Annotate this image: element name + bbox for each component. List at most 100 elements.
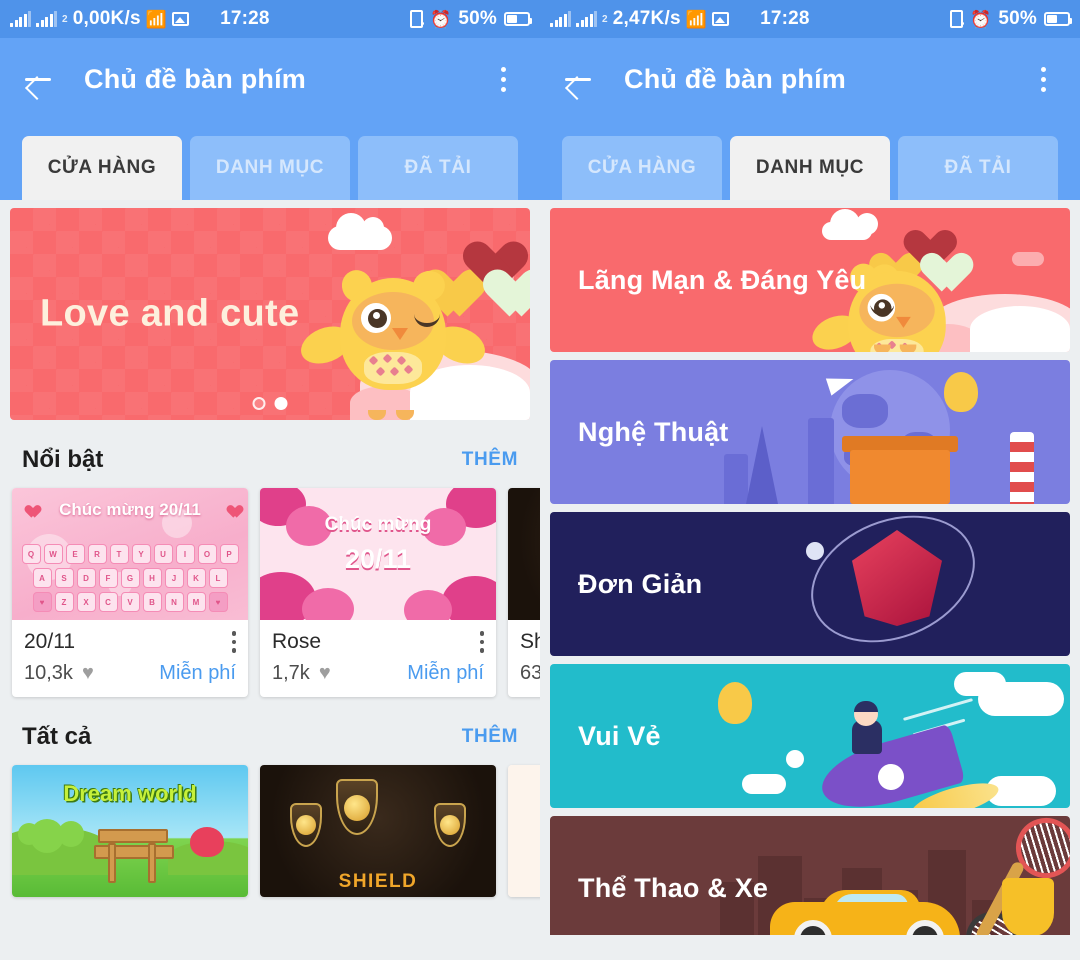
pager-dot-1[interactable]	[252, 397, 266, 410]
status-bar-right: 2 2,47K/s 📶 17:28 ⏰ 50%	[540, 0, 1080, 38]
section-more-link[interactable]: THÊM	[462, 726, 518, 748]
image-icon	[172, 12, 190, 26]
heart-icon[interactable]: ♥	[319, 662, 331, 685]
theme-name: 20/11	[24, 630, 75, 653]
tab-downloaded[interactable]: ĐÃ TẢI	[358, 136, 518, 200]
screen-store: 2 0,00K/s 📶 17:28 ⏰ 50% Chủ đề bàn phím …	[0, 0, 540, 960]
theme-meta: Sh 63	[508, 620, 540, 697]
section-header-featured: Nổi bật THÊM	[0, 420, 540, 488]
sim-slot-label: 2	[602, 13, 608, 25]
category-label: Thể Thao & Xe	[578, 872, 769, 903]
back-arrow-icon[interactable]	[562, 62, 596, 96]
status-left-group: 2 0,00K/s 📶 17:28	[10, 8, 270, 30]
status-bar-left: 2 0,00K/s 📶 17:28 ⏰ 50%	[0, 0, 540, 38]
tab-bar-right: CỬA HÀNG DANH MỤC ĐÃ TẢI	[540, 120, 1080, 200]
overflow-menu-icon[interactable]	[488, 62, 518, 96]
thumb-title: Chúc mừng 20/11	[59, 500, 201, 519]
theme-meta: Rose 1,7k ♥ Miễn phí	[260, 620, 496, 697]
battery-icon	[1044, 12, 1072, 26]
pager-dot-2[interactable]	[274, 397, 288, 410]
category-item-sports[interactable]: Thể Thao & Xe	[550, 816, 1070, 935]
section-more-link[interactable]: THÊM	[462, 449, 518, 471]
cloud-small-icon	[1012, 252, 1044, 266]
like-count: 1,7k	[272, 662, 310, 684]
price-label[interactable]: Miễn phí	[407, 662, 484, 685]
battery-percent-label: 50%	[998, 8, 1037, 29]
theme-card[interactable]: Dream world	[12, 765, 248, 897]
hot-air-balloon-icon	[718, 682, 752, 724]
theme-thumbnail: Dream world	[12, 765, 248, 897]
app-bar-left: Chủ đề bàn phím	[0, 38, 540, 120]
tab-downloaded[interactable]: ĐÃ TẢI	[898, 136, 1058, 200]
theme-card[interactable]: Chúc mừng 20/11 QWERTYUIOP ASDFGHJKL ♥ Z X…	[12, 488, 248, 697]
app-bar-right: Chủ đề bàn phím	[540, 38, 1080, 120]
thumb-title: Dream world	[63, 781, 197, 806]
screen-categories: 2 2,47K/s 📶 17:28 ⏰ 50% Chủ đề bàn phím …	[540, 0, 1080, 960]
signal-bars-2-icon	[576, 11, 597, 27]
heart-icon[interactable]: ♥	[82, 662, 94, 685]
network-speed-label: 0,00K/s	[72, 8, 141, 29]
signal-bars-2-icon	[36, 11, 57, 27]
card-overflow-icon[interactable]	[231, 631, 236, 653]
category-item-simple[interactable]: Đơn Giản	[550, 512, 1070, 656]
moon-icon	[806, 542, 824, 560]
tab-store[interactable]: CỬA HÀNG	[562, 136, 722, 200]
tab-bar-left: CỬA HÀNG DANH MỤC ĐÃ TẢI	[0, 120, 540, 200]
store-content: Love and cute Nổi bật THÊM Chúc mừng 20/…	[0, 200, 540, 935]
wifi-icon: 📶	[685, 9, 708, 29]
status-right-group: ⏰ 50%	[949, 8, 1072, 30]
thumb-title: Chúc mừng	[324, 514, 432, 535]
page-title: Chủ đề bàn phím	[84, 63, 306, 94]
vibrate-icon	[409, 10, 424, 28]
tab-store[interactable]: CỬA HÀNG	[22, 136, 182, 200]
clock-label: 17:28	[760, 8, 810, 29]
alarm-icon: ⏰	[429, 9, 452, 29]
category-label: Lãng Mạn & Đáng Yêu	[578, 264, 867, 295]
network-speed-label: 2,47K/s	[612, 8, 681, 29]
sim-slot-label: 2	[62, 13, 68, 25]
theme-card[interactable]	[508, 765, 540, 897]
battery-icon	[504, 12, 532, 26]
trophy-icon	[1002, 878, 1054, 935]
vibrate-icon	[949, 10, 964, 28]
back-arrow-icon[interactable]	[22, 62, 56, 96]
all-card-row[interactable]: Dream world SHIELD	[0, 765, 540, 897]
theme-card[interactable]: SHIELD	[260, 765, 496, 897]
featured-card-row[interactable]: Chúc mừng 20/11 QWERTYUIOP ASDFGHJKL ♥ Z X…	[0, 488, 540, 697]
theme-name: Sh	[520, 630, 540, 653]
status-left-group: 2 2,47K/s 📶 17:28	[550, 8, 810, 30]
theme-card[interactable]: Sh 63	[508, 488, 540, 697]
battery-percent-label: 50%	[458, 8, 497, 29]
category-item-art[interactable]: Nghệ Thuật	[550, 360, 1070, 504]
hero-banner[interactable]: Love and cute	[10, 208, 530, 420]
tab-categories[interactable]: DANH MỤC	[190, 136, 350, 200]
theme-thumbnail: SHIELD	[260, 765, 496, 897]
carousel-pager[interactable]	[252, 397, 288, 410]
theme-meta: 20/11 10,3k ♥ Miễn phí	[12, 620, 248, 697]
category-label: Nghệ Thuật	[578, 416, 729, 447]
theme-card[interactable]: Chúc mừng 20/11 Rose 1,7k ♥ Miễn phí	[260, 488, 496, 697]
section-header-all: Tất cả THÊM	[0, 697, 540, 765]
dual-screenshot-container: 2 0,00K/s 📶 17:28 ⏰ 50% Chủ đề bàn phím …	[0, 0, 1080, 960]
keyboard-preview: QWERTYUIOP ASDFGHJKL ♥ Z X C V B N M ♥	[20, 544, 240, 612]
hot-air-balloon-icon	[944, 372, 978, 412]
signal-bars-icon	[550, 11, 571, 27]
card-overflow-icon[interactable]	[479, 631, 484, 653]
overflow-menu-icon[interactable]	[1028, 62, 1058, 96]
theme-thumbnail: Chúc mừng 20/11 QWERTYUIOP ASDFGHJKL ♥ Z X…	[12, 488, 248, 620]
category-item-romantic[interactable]: Lãng Mạn & Đáng Yêu	[550, 208, 1070, 352]
price-label[interactable]: Miễn phí	[159, 662, 236, 685]
category-label: Vui Vẻ	[578, 720, 661, 751]
like-count: 63	[520, 662, 540, 684]
theme-thumbnail	[508, 488, 540, 620]
signal-bars-icon	[10, 11, 31, 27]
tab-categories[interactable]: DANH MỤC	[730, 136, 890, 200]
thumb-title: SHIELD	[338, 871, 418, 892]
clock-label: 17:28	[220, 8, 270, 29]
category-item-fun[interactable]: Vui Vẻ	[550, 664, 1070, 808]
owl-icon	[295, 256, 491, 420]
alarm-icon: ⏰	[969, 9, 992, 29]
category-list: Lãng Mạn & Đáng Yêu Nghệ Thuật Đơn Giản …	[540, 200, 1080, 935]
theme-thumbnail: Chúc mừng 20/11	[260, 488, 496, 620]
wifi-icon: 📶	[145, 9, 168, 29]
